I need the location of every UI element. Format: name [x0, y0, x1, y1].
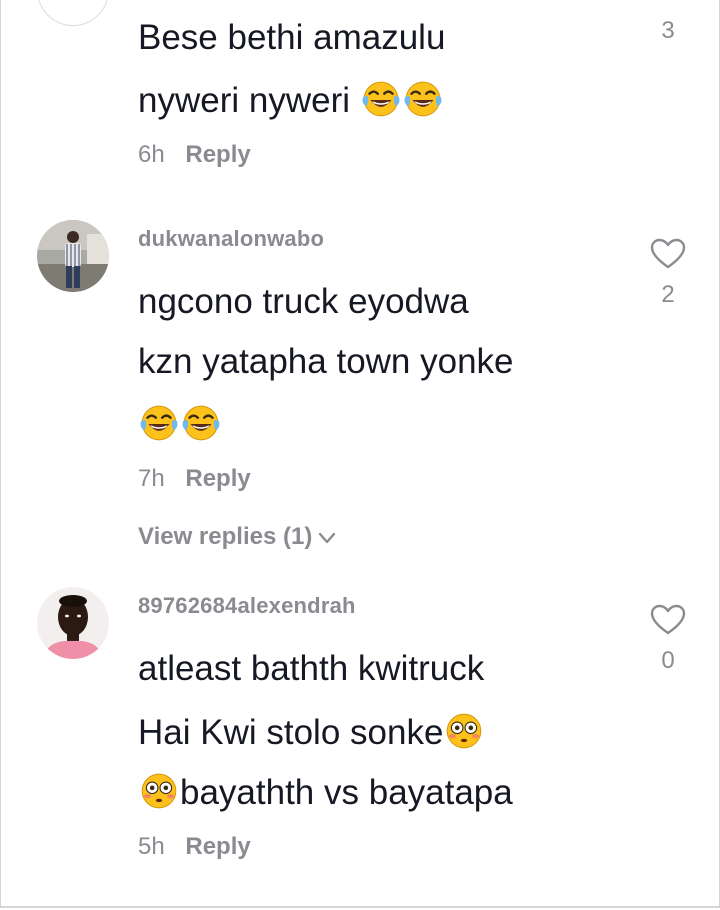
reply-button[interactable]: Reply — [185, 141, 250, 168]
comment-text-line: ngcono truck eyodwa — [138, 282, 469, 321]
comment-username[interactable]: dukwanalonwabo — [138, 226, 324, 252]
comment-text-segment: Hai Kwi stolo sonke — [138, 713, 444, 752]
comment-meta: 6h Reply — [138, 141, 251, 169]
comment-timestamp: 6h — [138, 141, 165, 168]
comment-meta: 7h Reply — [138, 465, 251, 493]
flushed-face-icon — [141, 773, 177, 809]
comment-text-line — [138, 402, 222, 445]
face-with-tears-of-joy-icon — [404, 81, 442, 117]
comment-text-line: nyweri nyweri — [138, 78, 444, 121]
comment-timestamp: 5h — [138, 833, 165, 860]
avatar[interactable] — [37, 0, 109, 26]
comment-text-line: atleast bathth kwitruck — [138, 649, 485, 688]
comment-text-line: Hai Kwi stolo sonke — [138, 710, 485, 753]
flushed-face-icon — [447, 713, 482, 749]
avatar[interactable] — [37, 587, 109, 659]
reply-button[interactable]: Reply — [185, 833, 250, 860]
face-with-tears-of-joy-icon — [140, 405, 178, 441]
comment-timestamp: 7h — [138, 465, 165, 492]
heart-icon — [650, 604, 686, 635]
avatar[interactable] — [37, 220, 109, 292]
view-replies-button[interactable]: View replies (1) — [138, 523, 338, 551]
comment-text-segment: bayathth vs bayatapa — [180, 773, 513, 812]
user-photo-icon — [37, 220, 109, 292]
face-with-tears-of-joy-icon — [362, 81, 400, 117]
face-with-tears-of-joy-icon — [182, 405, 220, 441]
like-count: 2 — [661, 281, 675, 308]
comment-meta: 5h Reply — [138, 833, 251, 861]
reply-button[interactable]: Reply — [185, 465, 250, 492]
user-photo-icon — [37, 587, 109, 659]
like-count: 0 — [661, 647, 675, 674]
comment-text-line: kzn yatapha town yonke — [138, 342, 514, 381]
view-replies-label: View replies (1) — [138, 523, 313, 550]
comments-page: Bese bethi amazulu nyweri nyweri 6h Repl… — [0, 0, 720, 908]
heart-icon — [650, 238, 686, 269]
comment-text-line: bayathth vs bayatapa — [138, 770, 513, 813]
comment-text-segment: nyweri nyweri — [138, 81, 350, 120]
comment-text-line: Bese bethi amazulu — [138, 18, 446, 57]
like-button[interactable] — [649, 604, 687, 641]
like-count: 3 — [661, 17, 675, 44]
chevron-down-icon — [319, 532, 336, 543]
like-button[interactable] — [649, 238, 687, 275]
comment-username[interactable]: 89762684alexendrah — [138, 593, 356, 619]
